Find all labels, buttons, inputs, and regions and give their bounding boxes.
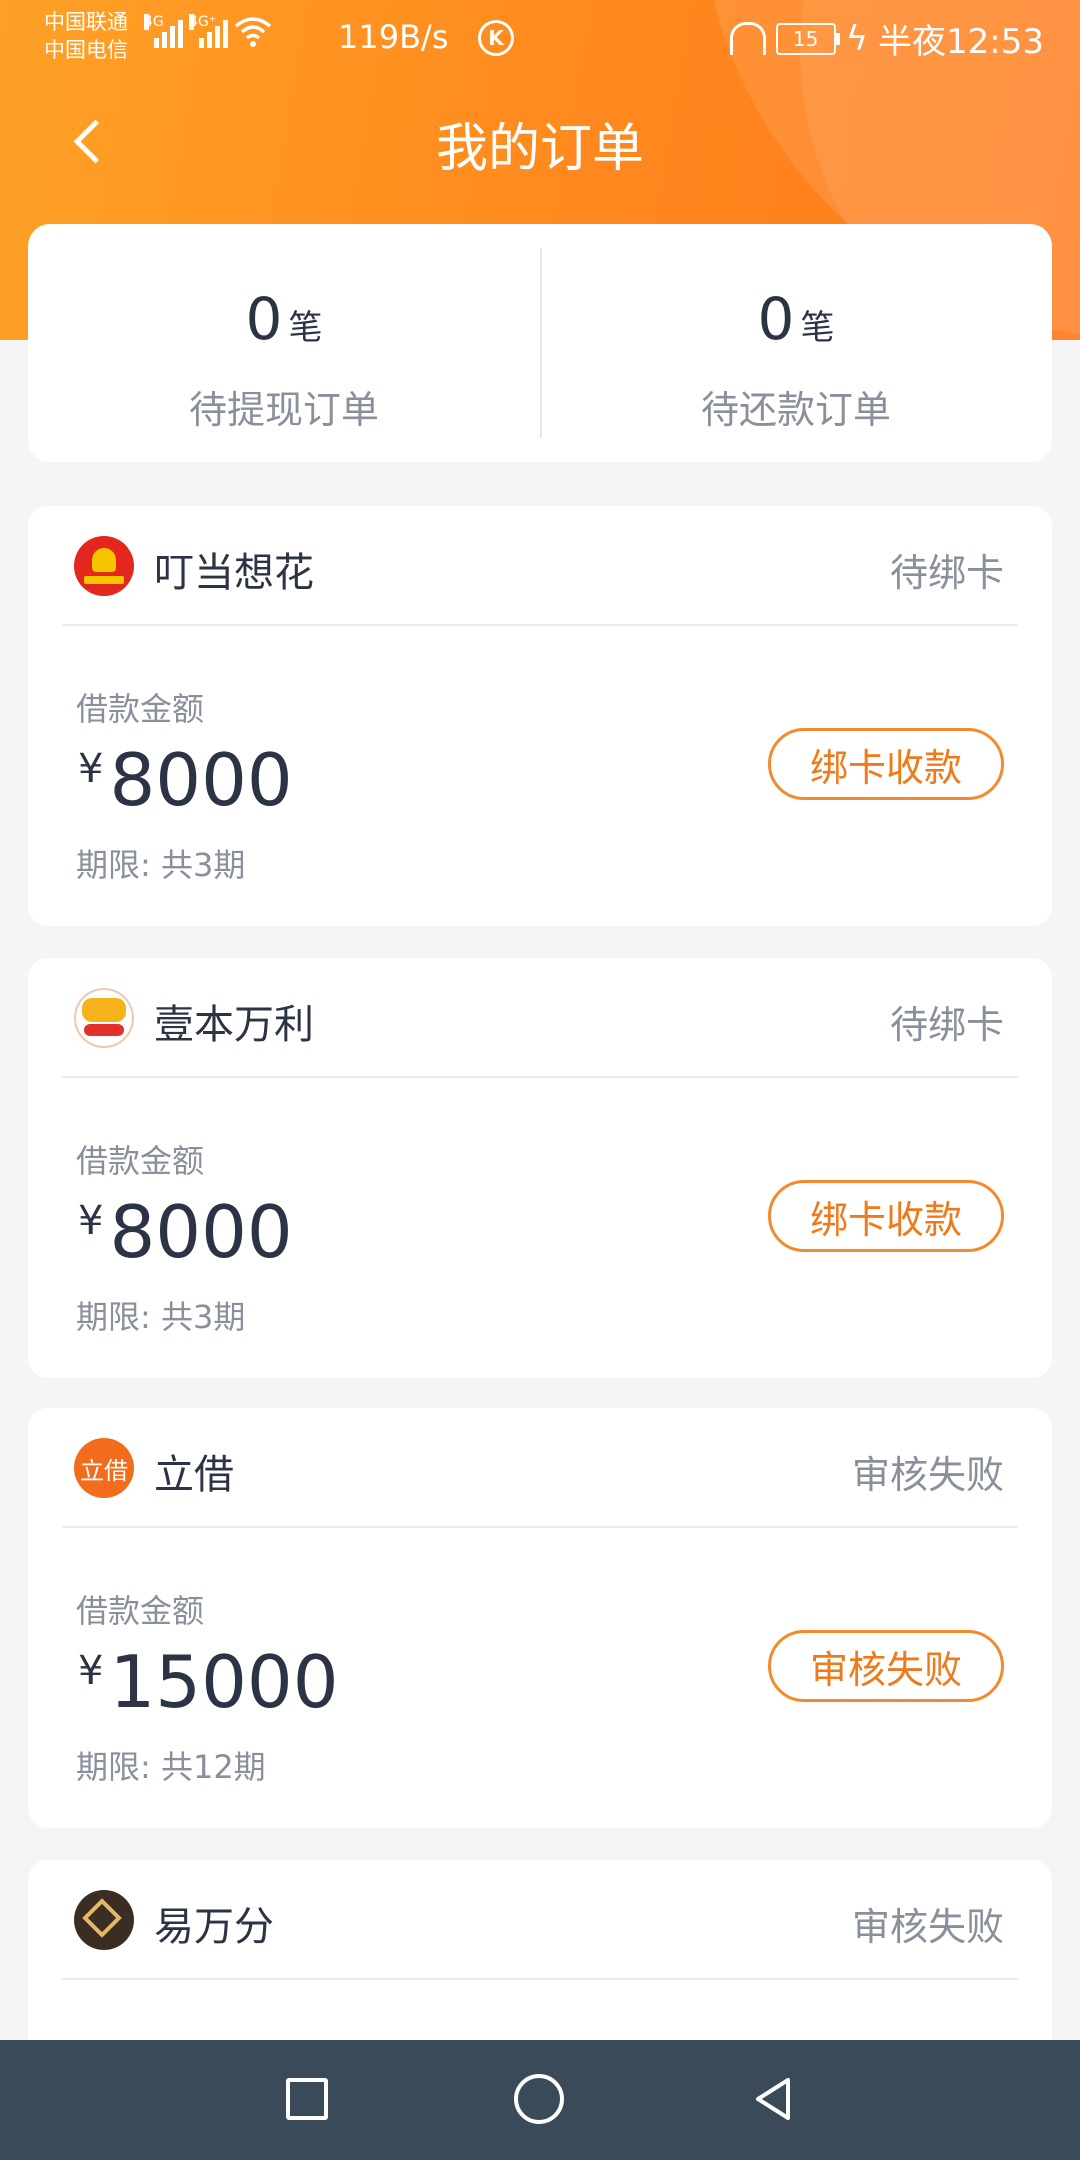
order-summary-card: 0笔 待提现订单 0笔 待还款订单 (28, 224, 1052, 462)
order-card-header: 壹本万利 待绑卡 (28, 958, 1052, 1078)
order-status: 审核失败 (851, 1905, 1004, 1949)
divider (62, 1526, 1018, 1528)
amount-label: 借款金额 (76, 690, 205, 728)
loan-term: 期限: 共12期 (76, 1748, 266, 1786)
carrier-2: 中国电信 (44, 38, 128, 62)
order-card[interactable]: 壹本万利 待绑卡 借款金额 ¥8000 期限: 共3期 绑卡收款 (28, 958, 1052, 1378)
summary-label: 待还款订单 (700, 388, 891, 432)
signal-1-icon: 4G (144, 14, 183, 48)
bind-card-button[interactable]: 绑卡收款 (768, 1180, 1004, 1252)
wifi-icon (234, 17, 272, 47)
order-card[interactable]: 叮当想花 待绑卡 借款金额 ¥8000 期限: 共3期 绑卡收款 (28, 506, 1052, 926)
carrier-1: 中国联通 (44, 10, 128, 34)
loan-amount: ¥8000 (78, 1190, 293, 1274)
status-bar: 中国联通 中国电信 4G 4G⁺ 119B/s K 15 ϟ 半夜12:53 (0, 0, 1080, 76)
yiwanfen-logo-icon (74, 1890, 134, 1950)
page-title: 我的订单 (435, 119, 644, 179)
amount-label: 借款金额 (76, 1142, 205, 1180)
network-type-2: 4G⁺ (189, 14, 217, 30)
lender-name: 立借 (154, 1452, 234, 1498)
amount-value: 8000 (109, 738, 293, 822)
recent-apps-icon[interactable] (286, 2078, 328, 2120)
clock: 半夜12:53 (878, 22, 1044, 62)
currency-symbol: ¥ (78, 1648, 104, 1694)
currency-symbol: ¥ (78, 746, 104, 792)
summary-pending-repay[interactable]: 0笔 待还款订单 (540, 224, 1052, 462)
yibenwanli-logo-icon (74, 988, 134, 1048)
loan-term: 期限: 共3期 (76, 1298, 246, 1336)
order-status: 审核失败 (851, 1453, 1004, 1497)
loan-amount: ¥8000 (78, 738, 293, 822)
order-card-header: 立借 立借 审核失败 (28, 1408, 1052, 1528)
divider (62, 1978, 1018, 1980)
amount-value: 15000 (109, 1640, 339, 1724)
summary-count: 0 (757, 285, 795, 353)
network-type-1: 4G (144, 14, 164, 30)
k-app-icon: K (478, 20, 514, 56)
battery-icon: 15 (775, 22, 840, 55)
order-card-header: 叮当想花 待绑卡 (28, 506, 1052, 626)
back-triangle-icon[interactable] (748, 2074, 798, 2124)
order-card-header: 易万分 审核失败 (28, 1860, 1052, 1980)
status-right: 15 ϟ 半夜12:53 (729, 14, 1044, 63)
bind-card-button[interactable]: 绑卡收款 (768, 728, 1004, 800)
summary-unit: 笔 (288, 308, 323, 348)
lender-name: 易万分 (154, 1904, 274, 1950)
summary-label: 待提现订单 (188, 388, 379, 432)
currency-symbol: ¥ (78, 1198, 104, 1244)
order-status: 待绑卡 (889, 1003, 1004, 1047)
dingdang-logo-icon (74, 536, 134, 596)
loan-term: 期限: 共3期 (76, 846, 246, 884)
lender-name: 叮当想花 (154, 550, 314, 596)
lender-name: 壹本万利 (154, 1002, 314, 1048)
system-nav-bar (0, 2040, 1080, 2160)
divider (62, 1076, 1018, 1078)
review-failed-button[interactable]: 审核失败 (768, 1630, 1004, 1702)
order-card[interactable]: 立借 立借 审核失败 借款金额 ¥15000 期限: 共12期 审核失败 (28, 1408, 1052, 1828)
headset-icon (729, 22, 766, 55)
summary-pending-withdraw[interactable]: 0笔 待提现订单 (28, 224, 540, 462)
home-icon[interactable] (514, 2074, 564, 2124)
carrier-names: 中国联通 中国电信 (44, 8, 128, 64)
summary-count: 0 (245, 285, 283, 353)
order-status: 待绑卡 (889, 551, 1004, 595)
signal-icons: 4G 4G⁺ (144, 14, 272, 48)
amount-value: 8000 (109, 1190, 293, 1274)
signal-2-icon: 4G⁺ (189, 14, 228, 48)
loan-amount: ¥15000 (78, 1640, 339, 1724)
divider (62, 624, 1018, 626)
summary-unit: 笔 (800, 308, 835, 348)
amount-label: 借款金额 (76, 1592, 205, 1630)
lijie-logo-icon: 立借 (74, 1438, 134, 1498)
network-speed: 119B/s (338, 18, 449, 56)
charging-icon: ϟ (845, 18, 869, 59)
order-card[interactable]: 易万分 审核失败 (28, 1860, 1052, 2060)
